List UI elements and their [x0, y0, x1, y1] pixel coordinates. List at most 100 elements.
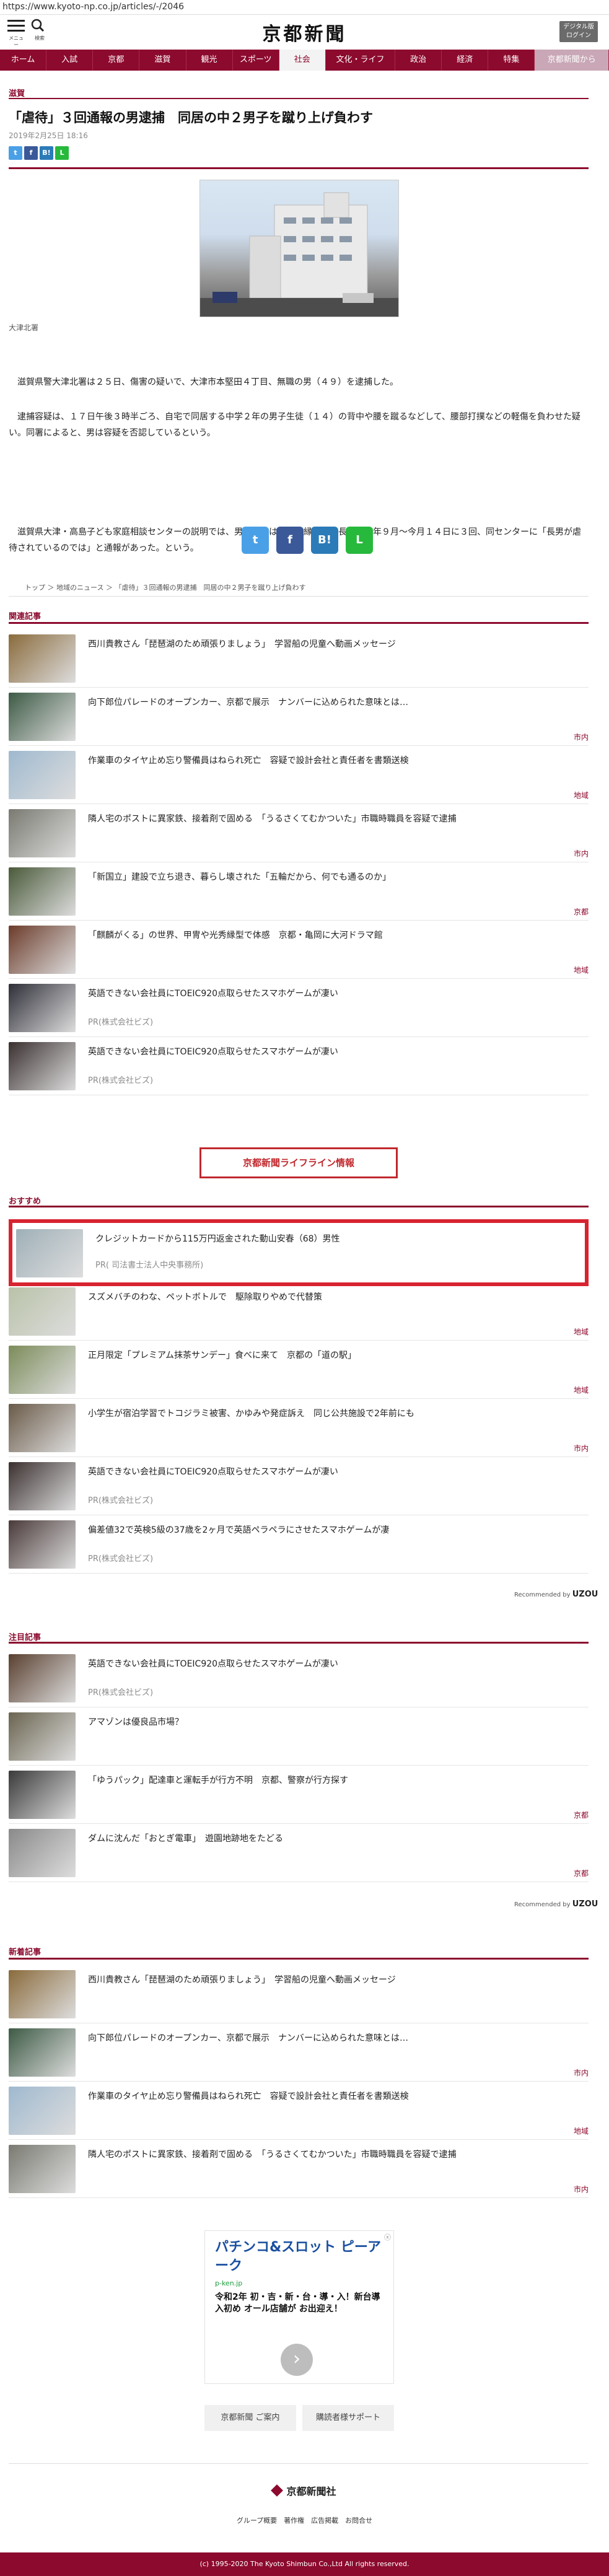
- nav-item-from-kyoto[interactable]: 京都新聞から: [535, 50, 609, 71]
- attention-item[interactable]: アマゾンは優良品市場？: [9, 1707, 589, 1766]
- attention-item[interactable]: 英語できない会社員にTOEIC920点取らせたスマホゲームが凄い PR(株式会社ビ…: [9, 1649, 589, 1707]
- breadcrumb-local[interactable]: 地域のニュース: [56, 584, 103, 592]
- item-title[interactable]: 英語できない会社員にTOEIC920点取らせたスマホゲームが凄い: [88, 988, 589, 1000]
- attention-credit[interactable]: Recommended by UZOU: [514, 1899, 598, 1909]
- breadcrumb-top[interactable]: トップ: [25, 584, 45, 592]
- police-building-image: [200, 192, 398, 317]
- item-category-tag[interactable]: 市内: [574, 2067, 589, 2078]
- nav-item-home[interactable]: ホーム: [0, 50, 47, 71]
- nav-item-culture[interactable]: 文化・ライフ: [326, 50, 396, 71]
- recommend-item[interactable]: クレジットカードから115万円返金された動山安春（68）男性 PR( 司法書士法人…: [9, 1224, 589, 1282]
- attention-item[interactable]: ダムに沈んだ「おとぎ電車」 遊園地跡地をたどる京都: [9, 1824, 589, 1882]
- nav-item-tourism[interactable]: 観光: [186, 50, 233, 71]
- item-title[interactable]: ダムに沈んだ「おとぎ電車」 遊園地跡地をたどる: [88, 1833, 589, 1845]
- item-title[interactable]: 作業車のタイヤ止め忘り警備員はねられ死亡 容疑で設計会社と責任者を書類送検: [88, 2090, 589, 2103]
- item-category-tag[interactable]: 地域: [574, 790, 589, 800]
- nav-item-features[interactable]: 特集: [488, 50, 535, 71]
- item-category-tag[interactable]: 市内: [574, 732, 589, 742]
- guide-button[interactable]: 京都新聞 ご案内: [204, 2405, 296, 2431]
- item-title[interactable]: 西川貴教さん「琵琶湖のため頑張りましょう」 学習船の児童へ動画メッセージ: [88, 1974, 589, 1986]
- latest-item[interactable]: 作業車のタイヤ止め忘り警備員はねられ死亡 容疑で設計会社と責任者を書類送検地域: [9, 2082, 589, 2140]
- item-category-tag[interactable]: 地域: [574, 1385, 589, 1395]
- item-title[interactable]: 隣人宅のポストに異家鉄、接着剤で固める 「うるさくてむかついた」市職時職員を容疑…: [88, 2149, 589, 2161]
- item-title[interactable]: クレジットカードから115万円返金された動山安春（68）男性: [95, 1233, 589, 1245]
- recommend-item[interactable]: 正月限定「プレミアム抹茶サンデー」食べに来て 京都の「道の駅」地域: [9, 1341, 589, 1399]
- nav-item-kyoto[interactable]: 京都: [93, 50, 140, 71]
- article-photo[interactable]: [199, 180, 399, 317]
- recommend-item[interactable]: スズメバチのわな、ペットボトルで 駆除取りやめで代替策地域: [9, 1282, 589, 1341]
- related-item[interactable]: 英語できない会社員にTOEIC920点取らせたスマホゲームが凄い PR(株式会社ビ…: [9, 1037, 589, 1095]
- digital-login-button[interactable]: デジタル版 ログイン: [559, 21, 598, 42]
- facebook-share-button-large[interactable]: f: [276, 527, 304, 554]
- hatena-share-button[interactable]: B!: [40, 146, 53, 160]
- item-title[interactable]: 作業車のタイヤ止め忘り警備員はねられ死亡 容疑で設計会社と責任者を書類送検: [88, 755, 589, 767]
- related-item[interactable]: 向下郎位パレードのオープンカー、京都で展示 ナンバーに込められた意味とは… 市内: [9, 688, 589, 746]
- item-title[interactable]: 小学生が宿泊学習でトコジラミ被害、かゆみや発症訴え 同じ公共施設で2年前にも: [88, 1408, 589, 1420]
- site-logo[interactable]: 京都新聞: [0, 19, 609, 46]
- item-category-tag[interactable]: 地域: [574, 2126, 589, 2136]
- related-item[interactable]: 英語できない会社員にTOEIC920点取らせたスマホゲームが凄い PR(株式会社ビ…: [9, 979, 589, 1037]
- recommend-item[interactable]: 小学生が宿泊学習でトコジラミ被害、かゆみや発症訴え 同じ公共施設で2年前にも市内: [9, 1399, 589, 1457]
- nav-item-exam[interactable]: 入試: [46, 50, 94, 71]
- related-item[interactable]: 西川貴教さん「琵琶湖のため頑張りましょう」 学習船の児童へ動画メッセージ: [9, 629, 589, 688]
- footer-link-copyright[interactable]: 著作権: [284, 2517, 304, 2525]
- item-title[interactable]: 英語できない会社員にTOEIC920点取らせたスマホゲームが凄い: [88, 1658, 589, 1670]
- item-title[interactable]: 英語できない会社員にTOEIC920点取らせたスマホゲームが凄い: [88, 1046, 589, 1058]
- article-paragraph-2: 逮捕容疑は、１７日午後３時半ごろ、自宅で同居する中学２年の男子生徒（１４）の背中…: [9, 412, 581, 438]
- latest-item[interactable]: 向下郎位パレードのオープンカー、京都で展示 ナンバーに込められた意味とは… 市内: [9, 2023, 589, 2082]
- item-title[interactable]: 「ゆうパック」配達車と運転手が行方不明 京都、警察が行方探す: [88, 1774, 589, 1787]
- url-bar[interactable]: https://www.kyoto-np.co.jp/articles/-/20…: [0, 0, 609, 15]
- ad-close-icon[interactable]: ⓧ: [384, 2232, 391, 2242]
- nav-item-sports[interactable]: スポーツ: [233, 50, 279, 71]
- item-category-tag[interactable]: 市内: [574, 1443, 589, 1453]
- item-title[interactable]: 正月限定「プレミアム抹茶サンデー」食べに来て 京都の「道の駅」: [88, 1349, 589, 1362]
- item-category-tag[interactable]: 市内: [574, 848, 589, 859]
- latest-item[interactable]: 隣人宅のポストに異家鉄、接着剤で固める 「うるさくてむかついた」市職時職員を容疑…: [9, 2140, 589, 2198]
- item-title[interactable]: 「麒麟がくる」の世界、甲冑や光秀縁型で体感 京都・亀岡に大河ドラマ館: [88, 929, 589, 942]
- nav-item-shiga[interactable]: 滋賀: [139, 50, 186, 71]
- related-item[interactable]: 隣人宅のポストに異家鉄、接着剤で固める 「うるさくてむかついた」市職時職員を容疑…: [9, 804, 589, 862]
- hatena-share-button-large[interactable]: B!: [311, 527, 338, 554]
- nav-item-society[interactable]: 社会: [279, 50, 326, 71]
- line-share-button[interactable]: L: [55, 146, 69, 160]
- item-title[interactable]: 偏差値32で英検5級の37歳を2ヶ月で英語ペラペラにさせたスマホゲームが凄: [88, 1524, 589, 1536]
- twitter-share-button[interactable]: t: [9, 146, 22, 160]
- lifeline-button[interactable]: 京都新聞ライフライン情報: [199, 1147, 398, 1178]
- item-title[interactable]: 英語できない会社員にTOEIC920点取らせたスマホゲームが凄い: [88, 1466, 589, 1478]
- item-title[interactable]: 西川貴教さん「琵琶湖のため頑張りましょう」 学習船の児童へ動画メッセージ: [88, 638, 589, 651]
- recommend-credit[interactable]: Recommended by UZOU: [514, 1590, 598, 1599]
- ad-arrow-icon[interactable]: ›: [281, 2344, 313, 2376]
- item-title[interactable]: 向下郎位パレードのオープンカー、京都で展示 ナンバーに込められた意味とは…: [88, 2032, 589, 2044]
- support-button[interactable]: 購読者様サポート: [302, 2405, 394, 2431]
- footer-link-ads[interactable]: 広告掲載: [311, 2517, 338, 2525]
- item-category-tag[interactable]: 京都: [574, 1810, 589, 1820]
- recommend-item[interactable]: 偏差値32で英検5級の37歳を2ヶ月で英語ペラペラにさせたスマホゲームが凄 PR(…: [9, 1515, 589, 1574]
- twitter-share-button-large[interactable]: t: [242, 527, 269, 554]
- related-item[interactable]: 作業車のタイヤ止め忘り警備員はねられ死亡 容疑で設計会社と責任者を書類送検地域: [9, 746, 589, 804]
- article-section[interactable]: 滋賀: [9, 87, 25, 99]
- item-category-tag[interactable]: 京都: [574, 906, 589, 917]
- related-item[interactable]: 「麒麟がくる」の世界、甲冑や光秀縁型で体感 京都・亀岡に大河ドラマ館地域: [9, 921, 589, 979]
- footer-link-group[interactable]: グループ概要: [237, 2517, 277, 2525]
- item-title[interactable]: アマゾンは優良品市場？: [88, 1716, 589, 1728]
- article-thumbnail: [9, 1771, 76, 1819]
- item-title[interactable]: 隣人宅のポストに異家鉄、接着剤で固める 「うるさくてむかついた」市職時職員を容疑…: [88, 813, 589, 825]
- recommend-item[interactable]: 英語できない会社員にTOEIC920点取らせたスマホゲームが凄い PR(株式会社ビ…: [9, 1457, 589, 1515]
- footer-logo[interactable]: 京都新聞社: [0, 2483, 609, 2498]
- ad-banner[interactable]: ⓧ パチンコ&スロット ピーアーク p-ken.jp 令和2年 初・吉・新・台・…: [204, 2230, 394, 2384]
- line-share-button-large[interactable]: L: [346, 527, 373, 554]
- item-category-tag[interactable]: 京都: [574, 1868, 589, 1878]
- facebook-share-button[interactable]: f: [24, 146, 38, 160]
- item-title[interactable]: 「新国立」建設で立ち退き、暮らし壊された「五輪だから、何でも通るのか」: [88, 871, 589, 883]
- item-category-tag[interactable]: 地域: [574, 1326, 589, 1337]
- footer-link-contact[interactable]: お問合せ: [345, 2517, 372, 2525]
- attention-item[interactable]: 「ゆうパック」配達車と運転手が行方不明 京都、警察が行方探す京都: [9, 1766, 589, 1824]
- item-title[interactable]: 向下郎位パレードのオープンカー、京都で展示 ナンバーに込められた意味とは…: [88, 696, 589, 709]
- item-category-tag[interactable]: 地域: [574, 965, 589, 975]
- latest-item[interactable]: 西川貴教さん「琵琶湖のため頑張りましょう」 学習船の児童へ動画メッセージ: [9, 1965, 589, 2023]
- item-title[interactable]: スズメバチのわな、ペットボトルで 駆除取りやめで代替策: [88, 1291, 589, 1303]
- nav-item-politics[interactable]: 政治: [395, 50, 442, 71]
- related-item[interactable]: 「新国立」建設で立ち退き、暮らし壊された「五輪だから、何でも通るのか」京都: [9, 862, 589, 921]
- item-category-tag[interactable]: 市内: [574, 2184, 589, 2194]
- nav-item-economy[interactable]: 経済: [442, 50, 489, 71]
